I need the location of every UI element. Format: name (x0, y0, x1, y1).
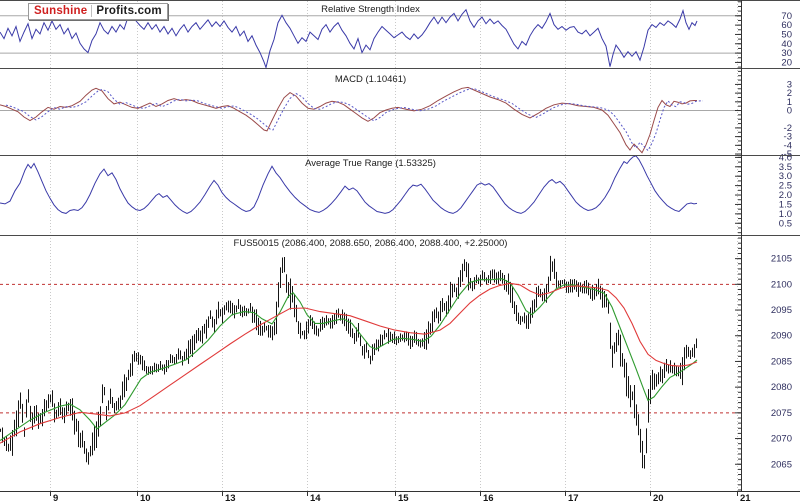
y-label-0.5: 0.5 (779, 218, 792, 229)
y-label-2085: 2085 (771, 356, 792, 367)
x-label-16: 16 (483, 493, 494, 504)
y-label-20: 20 (781, 57, 792, 68)
sunshineprofits-logo[interactable]: Sunshine Profits.com (28, 3, 168, 20)
y-label-2065: 2065 (771, 459, 792, 470)
y-label-2095: 2095 (771, 305, 792, 316)
atr-line (0, 156, 697, 214)
logo-brand-profits: Profits.com (96, 5, 161, 17)
x-label-17: 17 (568, 493, 579, 504)
macd-line (0, 87, 697, 152)
macd-signal-line (6, 89, 703, 151)
x-label-20: 20 (653, 493, 664, 504)
logo-brand-sunshine: Sunshine (34, 5, 92, 17)
chart-canvas: 7060504030203210-2-3-4-54.03.53.02.52.01… (0, 0, 800, 504)
x-label-13: 13 (225, 493, 236, 504)
x-label-10: 10 (140, 493, 151, 504)
y-label-2105: 2105 (771, 254, 792, 265)
y-label-2100: 2100 (771, 279, 792, 290)
x-label-14: 14 (310, 493, 321, 504)
x-label-21: 21 (740, 493, 751, 504)
x-label-9: 9 (53, 493, 58, 504)
x-label-15: 15 (398, 493, 409, 504)
y-label-2090: 2090 (771, 331, 792, 342)
ma-slow-line (0, 283, 697, 443)
y-label-0: 0 (787, 106, 792, 117)
chart-window: 7060504030203210-2-3-4-54.03.53.02.52.01… (0, 0, 800, 504)
y-label-2075: 2075 (771, 408, 792, 419)
ma-fast-line (0, 279, 697, 441)
y-label-2070: 2070 (771, 434, 792, 445)
y-label-2080: 2080 (771, 382, 792, 393)
